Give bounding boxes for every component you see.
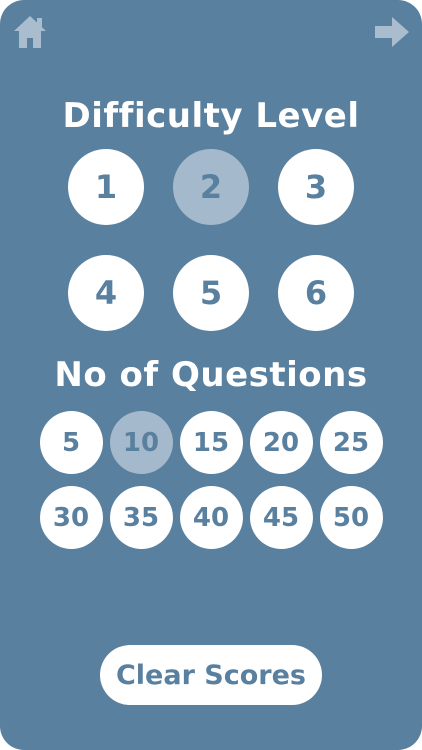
difficulty-level-button-4[interactable]: 4 bbox=[68, 255, 144, 331]
difficulty-level-button-6[interactable]: 6 bbox=[278, 255, 354, 331]
difficulty-level-button-5[interactable]: 5 bbox=[173, 255, 249, 331]
question-count-button-15[interactable]: 15 bbox=[179, 411, 243, 474]
difficulty-level-options: 123 456 bbox=[0, 149, 422, 331]
question-count-button-35[interactable]: 35 bbox=[109, 486, 173, 549]
settings-screen: Difficulty Level 123456 No of Questions … bbox=[0, 0, 422, 750]
question-count-button-50[interactable]: 50 bbox=[319, 486, 383, 549]
clear-scores-button[interactable]: Clear Scores bbox=[100, 645, 322, 705]
difficulty-level-button-3[interactable]: 3 bbox=[278, 149, 354, 225]
home-icon[interactable] bbox=[10, 12, 50, 52]
question-count-button-5[interactable]: 5 bbox=[39, 411, 103, 474]
question-count-button-25[interactable]: 25 bbox=[319, 411, 383, 474]
question-count-button-45[interactable]: 45 bbox=[249, 486, 313, 549]
arrow-right-icon[interactable] bbox=[372, 12, 412, 52]
difficulty-level-heading: Difficulty Level bbox=[62, 96, 360, 136]
question-count-button-10[interactable]: 10 bbox=[109, 411, 173, 474]
number-of-questions-heading: No of Questions bbox=[54, 355, 368, 395]
question-count-options: 5 10 15 20 25 30 35 40 45 50 bbox=[0, 411, 422, 549]
difficulty-level-button-2[interactable]: 2 bbox=[173, 149, 249, 225]
question-count-button-40[interactable]: 40 bbox=[179, 486, 243, 549]
question-count-button-20[interactable]: 20 bbox=[249, 411, 313, 474]
difficulty-level-button-1[interactable]: 1 bbox=[68, 149, 144, 225]
question-count-button-30[interactable]: 30 bbox=[39, 486, 103, 549]
